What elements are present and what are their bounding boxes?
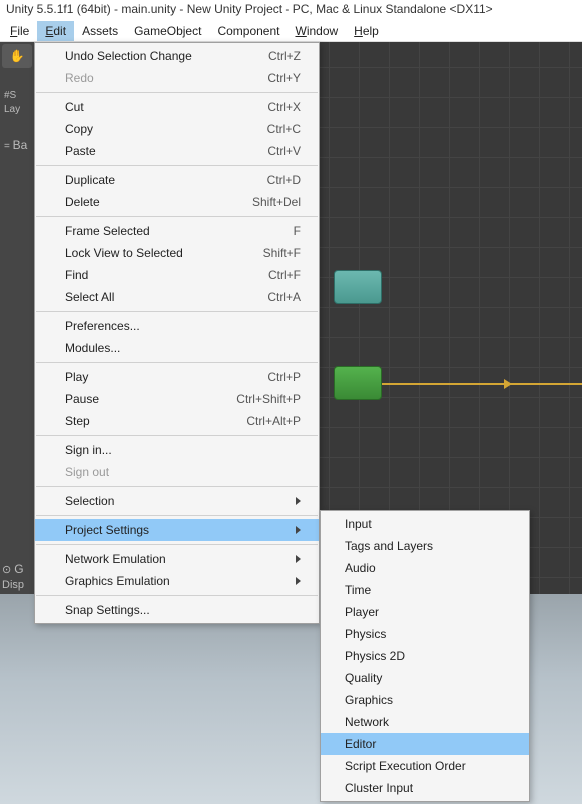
submenu-audio[interactable]: Audio bbox=[321, 557, 529, 579]
submenu-script-order[interactable]: Script Execution Order bbox=[321, 755, 529, 777]
base-label: = Ba bbox=[4, 138, 27, 152]
preferences-item[interactable]: Preferences... bbox=[35, 315, 319, 337]
find-item[interactable]: FindCtrl+F bbox=[35, 264, 319, 286]
undo-item[interactable]: Undo Selection ChangeCtrl+Z bbox=[35, 45, 319, 67]
frame-selected-item[interactable]: Frame SelectedF bbox=[35, 220, 319, 242]
project-settings-item[interactable]: Project Settings bbox=[35, 519, 319, 541]
gizmos-label: ⊙ G bbox=[2, 562, 24, 576]
separator bbox=[36, 216, 318, 217]
duplicate-item[interactable]: DuplicateCtrl+D bbox=[35, 169, 319, 191]
cut-item[interactable]: CutCtrl+X bbox=[35, 96, 319, 118]
graphics-emulation-item[interactable]: Graphics Emulation bbox=[35, 570, 319, 592]
graph-node-teal[interactable] bbox=[334, 270, 382, 304]
menu-component[interactable]: Component bbox=[209, 21, 287, 41]
submenu-graphics[interactable]: Graphics bbox=[321, 689, 529, 711]
separator bbox=[36, 544, 318, 545]
redo-item[interactable]: RedoCtrl+Y bbox=[35, 67, 319, 89]
side-label: #S bbox=[4, 90, 16, 101]
hand-tool-icon[interactable]: ✋ bbox=[2, 44, 32, 68]
lock-view-item[interactable]: Lock View to SelectedShift+F bbox=[35, 242, 319, 264]
menu-window[interactable]: Window bbox=[287, 21, 346, 41]
window-title: Unity 5.5.1f1 (64bit) - main.unity - New… bbox=[0, 0, 582, 20]
graph-edge bbox=[382, 383, 582, 385]
pause-item[interactable]: PauseCtrl+Shift+P bbox=[35, 388, 319, 410]
display-label: Disp bbox=[2, 579, 24, 591]
submenu-network[interactable]: Network bbox=[321, 711, 529, 733]
submenu-physics[interactable]: Physics bbox=[321, 623, 529, 645]
separator bbox=[36, 311, 318, 312]
separator bbox=[36, 486, 318, 487]
submenu-physics2d[interactable]: Physics 2D bbox=[321, 645, 529, 667]
menu-assets[interactable]: Assets bbox=[74, 21, 126, 41]
chevron-right-icon bbox=[296, 555, 301, 563]
network-emulation-item[interactable]: Network Emulation bbox=[35, 548, 319, 570]
menubar: File Edit Assets GameObject Component Wi… bbox=[0, 20, 582, 42]
menu-help[interactable]: Help bbox=[346, 21, 387, 41]
modules-item[interactable]: Modules... bbox=[35, 337, 319, 359]
play-item[interactable]: PlayCtrl+P bbox=[35, 366, 319, 388]
separator bbox=[36, 362, 318, 363]
copy-item[interactable]: CopyCtrl+C bbox=[35, 118, 319, 140]
layers-label: Lay bbox=[4, 104, 20, 115]
menu-edit[interactable]: Edit bbox=[37, 21, 74, 41]
separator bbox=[36, 92, 318, 93]
submenu-input[interactable]: Input bbox=[321, 513, 529, 535]
submenu-quality[interactable]: Quality bbox=[321, 667, 529, 689]
submenu-time[interactable]: Time bbox=[321, 579, 529, 601]
selection-item[interactable]: Selection bbox=[35, 490, 319, 512]
signout-item[interactable]: Sign out bbox=[35, 461, 319, 483]
submenu-tags[interactable]: Tags and Layers bbox=[321, 535, 529, 557]
chevron-right-icon bbox=[296, 577, 301, 585]
separator bbox=[36, 435, 318, 436]
arrow-icon bbox=[504, 379, 512, 389]
paste-item[interactable]: PasteCtrl+V bbox=[35, 140, 319, 162]
snap-settings-item[interactable]: Snap Settings... bbox=[35, 599, 319, 621]
submenu-player[interactable]: Player bbox=[321, 601, 529, 623]
menu-gameobject[interactable]: GameObject bbox=[126, 21, 209, 41]
submenu-cluster[interactable]: Cluster Input bbox=[321, 777, 529, 799]
separator bbox=[36, 165, 318, 166]
edit-dropdown: Undo Selection ChangeCtrl+Z RedoCtrl+Y C… bbox=[34, 42, 320, 624]
signin-item[interactable]: Sign in... bbox=[35, 439, 319, 461]
project-settings-submenu: Input Tags and Layers Audio Time Player … bbox=[320, 510, 530, 802]
separator bbox=[36, 595, 318, 596]
select-all-item[interactable]: Select AllCtrl+A bbox=[35, 286, 319, 308]
submenu-editor[interactable]: Editor bbox=[321, 733, 529, 755]
menu-file[interactable]: File bbox=[2, 21, 37, 41]
graph-node-green[interactable] bbox=[334, 366, 382, 400]
separator bbox=[36, 515, 318, 516]
chevron-right-icon bbox=[296, 526, 301, 534]
chevron-right-icon bbox=[296, 497, 301, 505]
step-item[interactable]: StepCtrl+Alt+P bbox=[35, 410, 319, 432]
delete-item[interactable]: DeleteShift+Del bbox=[35, 191, 319, 213]
